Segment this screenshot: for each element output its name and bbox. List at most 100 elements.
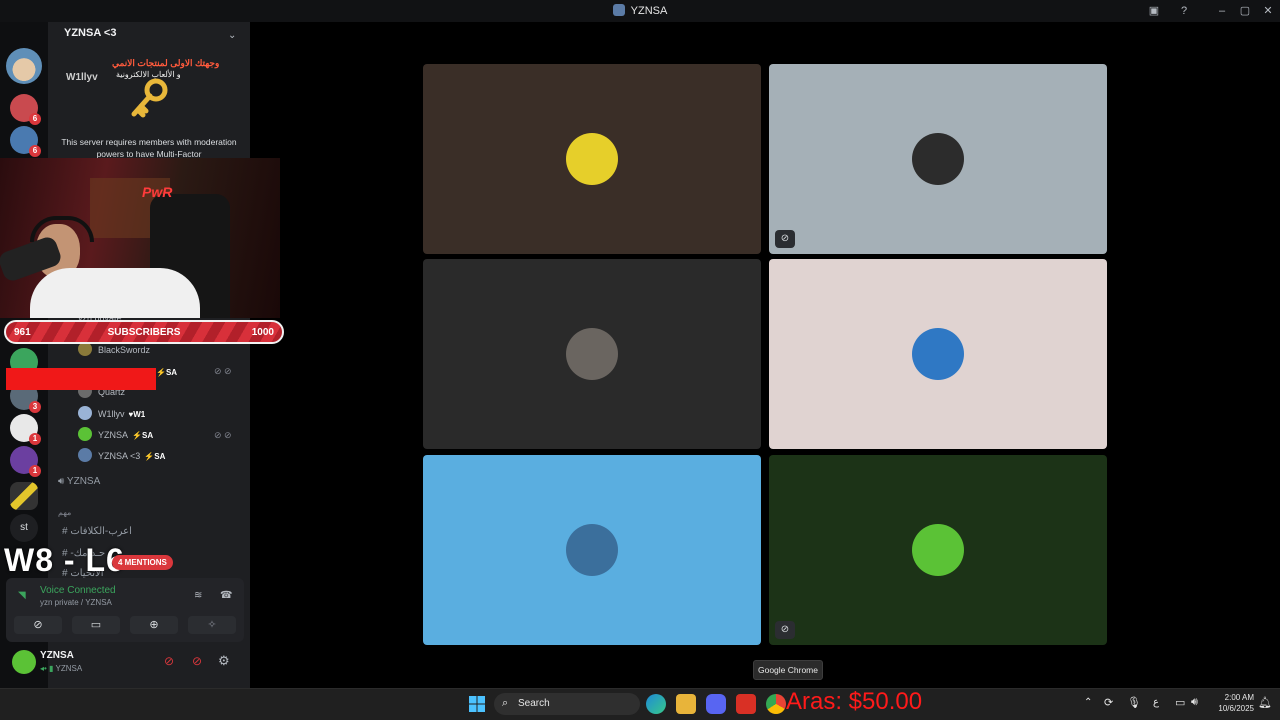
- server-icon[interactable]: 1: [10, 446, 41, 477]
- participant-avatar: [566, 328, 618, 380]
- key-icon: [126, 76, 172, 122]
- title-bar: YZNSA ▣ ? – ▢ ✕: [0, 0, 1280, 22]
- video-tile[interactable]: ⊘: [769, 455, 1107, 645]
- mute-icon[interactable]: ⊘: [164, 654, 174, 668]
- muted-icons: ⊘ ⊘: [214, 430, 232, 440]
- avatar[interactable]: [12, 650, 36, 674]
- streamer-body: [30, 268, 200, 318]
- server-icon[interactable]: 1: [10, 414, 41, 445]
- participant-avatar: [912, 133, 964, 185]
- video-tile[interactable]: [423, 455, 761, 645]
- avatar: [78, 406, 92, 420]
- participant-avatar: [566, 524, 618, 576]
- start-button[interactable]: [469, 696, 485, 712]
- avatar: [78, 448, 92, 462]
- speaker-icon: 🔊︎: [58, 476, 65, 487]
- avatar: [78, 342, 92, 356]
- activity-button[interactable]: ⊕: [130, 616, 178, 634]
- signal-icon: ◥: [18, 590, 26, 601]
- clock[interactable]: 2:00 AM 10/6/2025: [1212, 692, 1254, 714]
- notification-icon[interactable]: 🔔︎: [1258, 696, 1272, 709]
- user-name: YZNSA: [40, 650, 74, 661]
- language-indicator[interactable]: ع: [1153, 697, 1159, 708]
- redaction-bar: [6, 368, 156, 390]
- screen-share-button[interactable]: ▭: [72, 616, 120, 634]
- voice-member[interactable]: YZNSA <3 ⚡SA: [78, 448, 165, 464]
- voice-channel-2[interactable]: 🔊︎ YZNSA: [58, 476, 100, 487]
- server-name[interactable]: YZNSA <3: [64, 27, 116, 39]
- edge-icon[interactable]: [646, 694, 666, 714]
- participant-avatar: [912, 328, 964, 380]
- maximize-button[interactable]: ▢: [1237, 3, 1253, 19]
- camera-off-icon: ⊘: [775, 230, 795, 248]
- subscriber-bar: 961 SUBSCRIBERS 1000: [4, 320, 284, 344]
- app-icon[interactable]: [736, 694, 756, 714]
- neon-sign: PwR: [142, 184, 173, 200]
- help-icon[interactable]: ?: [1176, 3, 1192, 19]
- voice-member[interactable]: BlackSwordz: [78, 342, 150, 358]
- sync-icon[interactable]: ⟳: [1104, 696, 1113, 709]
- search-placeholder: Search: [518, 698, 550, 709]
- file-explorer-icon[interactable]: [676, 694, 696, 714]
- chevron-up-icon[interactable]: ⌃: [1084, 697, 1092, 708]
- mentions-badge[interactable]: 4 MENTIONS: [112, 555, 173, 570]
- avatar: [78, 427, 92, 441]
- close-button[interactable]: ✕: [1260, 3, 1276, 19]
- headphones-icon: [30, 216, 94, 242]
- server-icon: [612, 4, 625, 16]
- discord-icon[interactable]: [706, 694, 726, 714]
- inbox-icon[interactable]: ▣: [1146, 3, 1162, 19]
- muted-icons: ⊘ ⊘: [214, 366, 232, 376]
- donation-overlay: Aras: $50.00: [786, 688, 923, 715]
- noise-suppression-icon[interactable]: ≋: [194, 590, 202, 601]
- taskbar-tooltip: Google Chrome: [753, 660, 823, 680]
- user-panel: YZNSA ◂• ▮ YZNSA ⊘ ⊘ ⚙: [6, 646, 244, 682]
- minimize-button[interactable]: –: [1214, 3, 1230, 19]
- voice-member[interactable]: YZNSA ⚡SA: [78, 427, 153, 443]
- mfa-notice: This server requires members with modera…: [61, 137, 237, 159]
- server-icon[interactable]: 6: [10, 126, 41, 157]
- video-tile[interactable]: [423, 259, 761, 449]
- deafen-icon[interactable]: ⊘: [192, 654, 202, 668]
- video-tile[interactable]: ⊘: [769, 64, 1107, 254]
- user-status: ◂• ▮ YZNSA: [40, 664, 83, 673]
- disconnect-icon[interactable]: ☎︎: [220, 590, 232, 601]
- webcam-overlay: PwR: [0, 158, 280, 318]
- settings-gear-icon[interactable]: ⚙: [218, 653, 230, 669]
- camera-off-icon: ⊘: [775, 621, 795, 639]
- status-icon: ◂• ▮: [40, 664, 54, 673]
- network-icon[interactable]: ▭: [1175, 696, 1185, 709]
- chrome-icon[interactable]: [766, 694, 786, 714]
- chevron-down-icon[interactable]: ⌄: [228, 30, 236, 41]
- participant-avatar: [566, 133, 618, 185]
- category-header[interactable]: مهم: [58, 508, 71, 517]
- server-avatar[interactable]: [6, 48, 42, 84]
- username-overlap: W1llyv: [66, 72, 98, 83]
- voice-member[interactable]: W1llyv ♥W1: [78, 406, 145, 422]
- video-tile[interactable]: [769, 259, 1107, 449]
- soundboard-button[interactable]: ✧: [188, 616, 236, 634]
- voice-panel: ◥ Voice Connected yzn private / YZNSA ≋ …: [6, 578, 244, 642]
- member-tag: ⚡SA: [144, 452, 166, 461]
- subscriber-label: SUBSCRIBERS: [107, 327, 181, 338]
- member-tag: ⚡SA: [156, 368, 178, 377]
- participant-avatar: [912, 524, 964, 576]
- member-tag: ♥W1: [128, 410, 146, 419]
- server-icon[interactable]: st: [10, 514, 38, 542]
- camera-button[interactable]: ⊘: [14, 616, 62, 634]
- member-tag: ⚡SA: [132, 431, 154, 440]
- voice-status: Voice Connected: [40, 585, 116, 596]
- score-overlay: W8 - L6: [4, 542, 125, 578]
- microphone-icon[interactable]: 🎙︎: [1127, 696, 1141, 709]
- server-icon[interactable]: [10, 482, 38, 510]
- volume-icon[interactable]: 🔊︎: [1191, 696, 1198, 709]
- video-tile[interactable]: [423, 64, 761, 254]
- window-title: YZNSA: [0, 4, 1280, 17]
- voice-location[interactable]: yzn private / YZNSA: [40, 598, 112, 607]
- server-icon[interactable]: 6: [10, 94, 41, 125]
- search-icon: ⌕: [502, 697, 509, 709]
- taskbar-search[interactable]: ⌕ Search: [494, 693, 640, 715]
- banner-line-1: وجهتك الاولى لمنتجات الانمي: [112, 58, 220, 68]
- text-channel[interactable]: # اعرب-الكلافات: [62, 526, 132, 537]
- subscriber-goal: 1000: [251, 327, 274, 338]
